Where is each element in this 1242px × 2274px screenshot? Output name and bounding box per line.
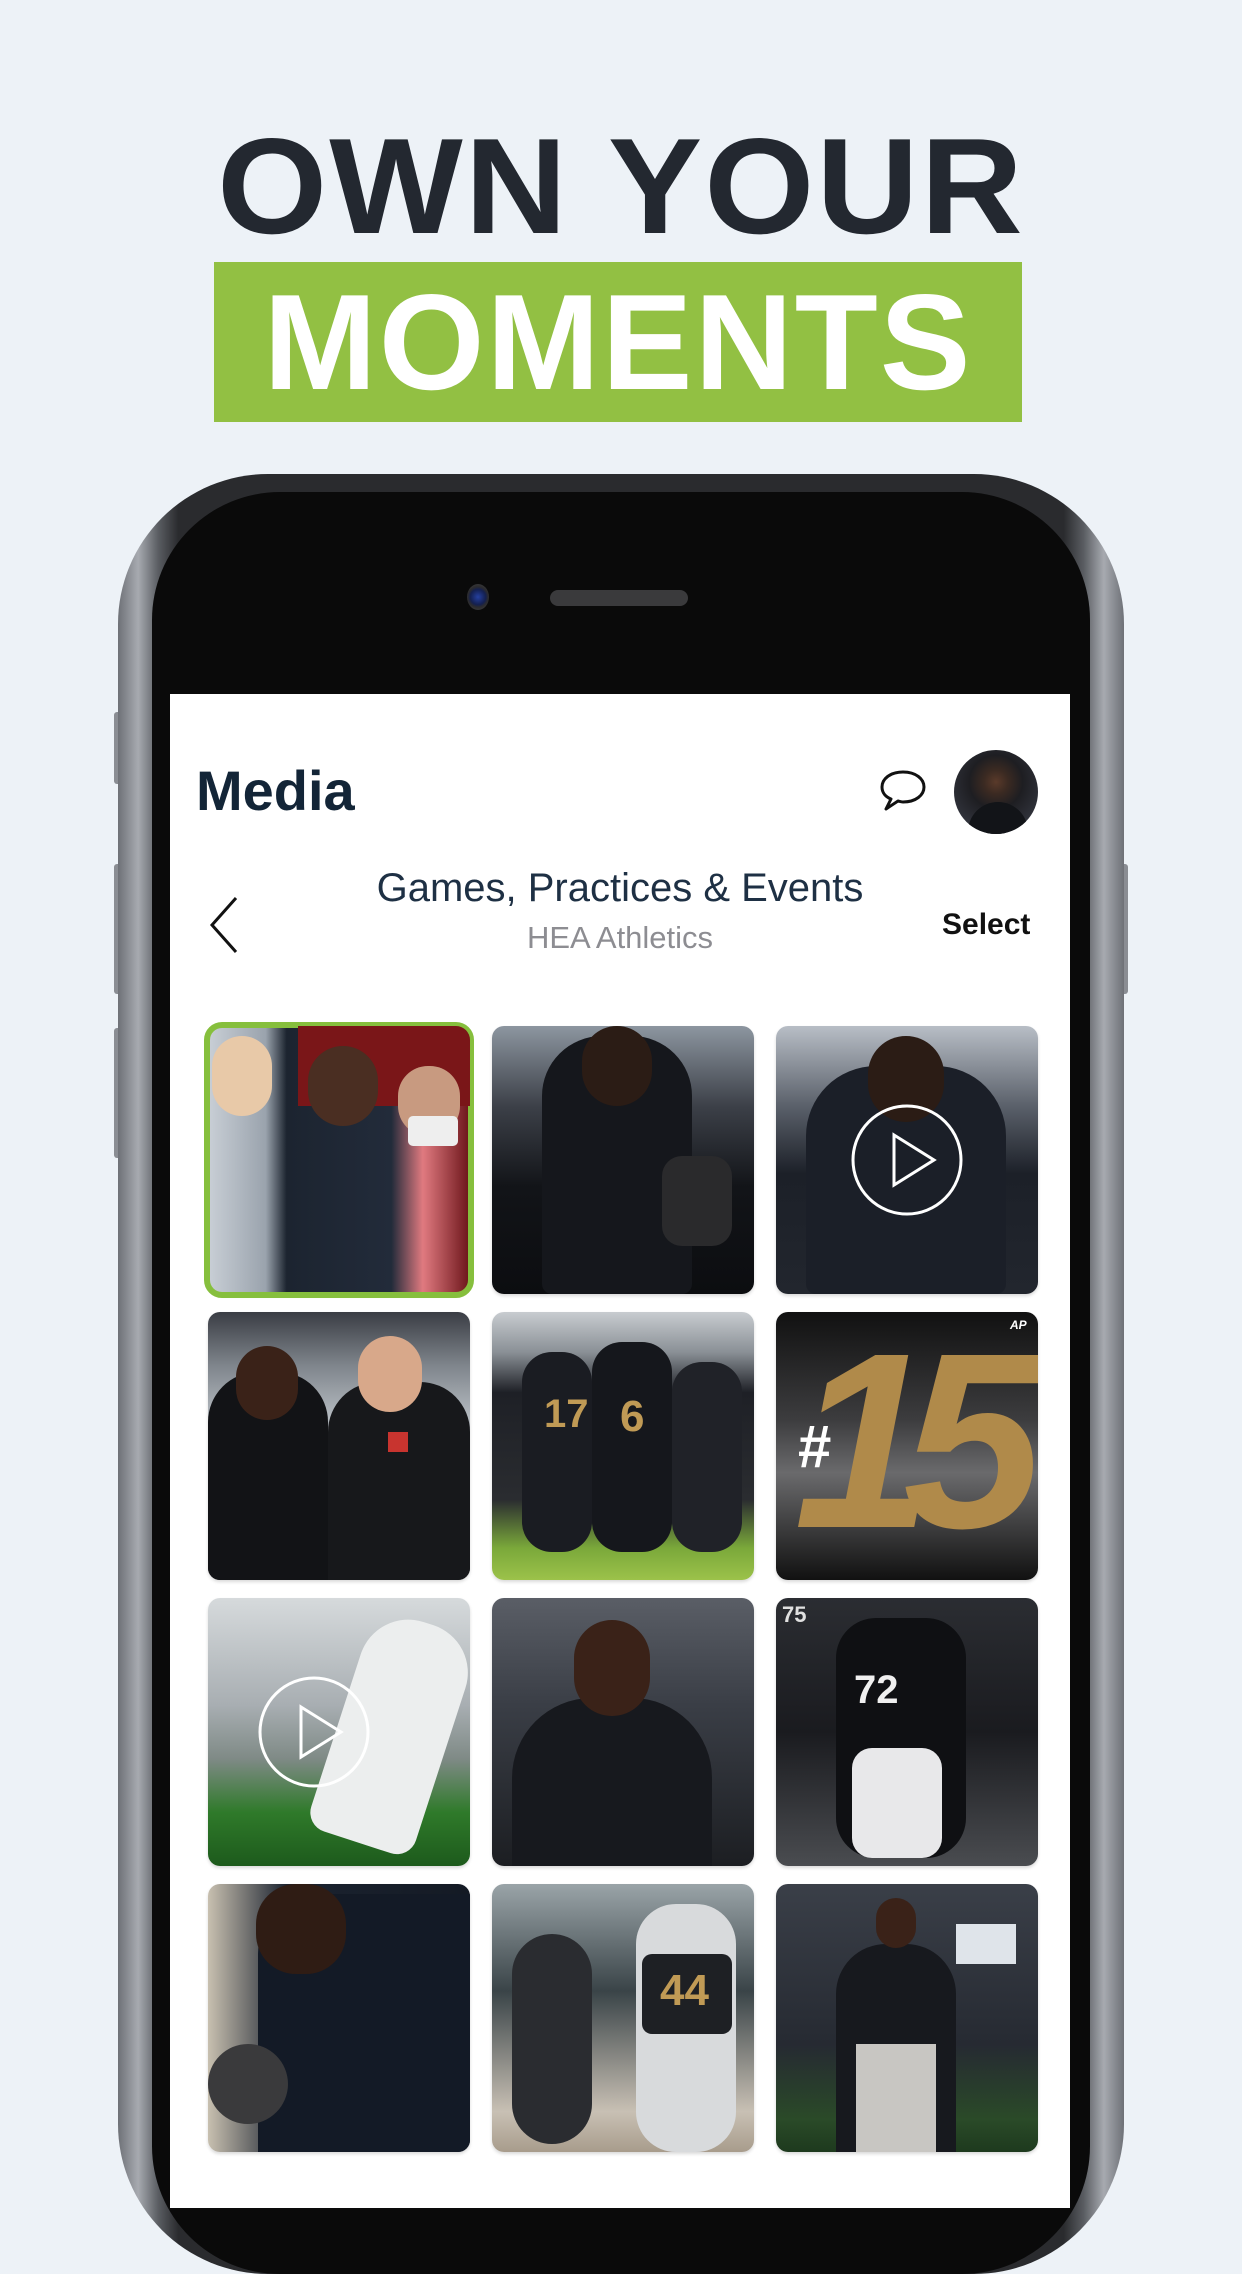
jersey-number: 17: [544, 1392, 589, 1436]
photo-head: [574, 1620, 650, 1716]
avatar-figure: [968, 802, 1028, 834]
avatar[interactable]: [954, 750, 1038, 834]
photo-shirt: [388, 1432, 408, 1452]
media-tile[interactable]: [776, 1884, 1038, 2152]
media-tile[interactable]: 15 # AP: [776, 1312, 1038, 1580]
jersey-number: 72: [854, 1668, 899, 1712]
photo-player: [512, 1934, 592, 2144]
album-subtitle: HEA Athletics: [526, 920, 714, 955]
album-title: Games, Practices & Events: [376, 866, 864, 910]
photo-person: [212, 1036, 272, 1116]
media-tile[interactable]: [208, 1884, 470, 2152]
select-button[interactable]: Select: [942, 908, 1030, 942]
ap-badge: AP: [1010, 1318, 1027, 1332]
media-tile[interactable]: [208, 1598, 470, 1866]
media-tile[interactable]: [204, 1022, 474, 1298]
photo-player: [592, 1342, 672, 1552]
photo-dumbbell: [208, 2044, 288, 2124]
media-grid: 17 6 15 # AP 72 75 44: [204, 1022, 1038, 2152]
photo-phone: [408, 1116, 458, 1146]
page-title: Media: [196, 759, 355, 822]
photo-head: [358, 1336, 422, 1412]
photo-person: [512, 1698, 712, 1866]
photo-person: [308, 1046, 378, 1126]
play-icon[interactable]: [257, 1675, 371, 1789]
app-screen: Media Games, Practices & Events HEA Athl…: [170, 694, 1070, 2208]
photo-person: [328, 1382, 470, 1580]
media-tile[interactable]: 17 6: [492, 1312, 754, 1580]
promo-headline-line2: MOMENTS: [263, 266, 973, 418]
ranking-hash: #: [798, 1413, 832, 1480]
promo-headline-line1: OWN YOUR: [217, 110, 1025, 262]
media-tile[interactable]: [492, 1026, 754, 1294]
media-tile[interactable]: [776, 1026, 1038, 1294]
jersey-number: 75: [782, 1602, 807, 1627]
media-tile[interactable]: 72 75: [776, 1598, 1038, 1866]
photo-head: [236, 1346, 298, 1420]
media-tile[interactable]: [492, 1598, 754, 1866]
photo-dumbbell: [662, 1156, 732, 1246]
jersey-number: 44: [660, 1966, 709, 2015]
front-camera: [467, 584, 489, 610]
photo-pants: [852, 1748, 942, 1858]
earpiece-speaker: [550, 590, 688, 606]
chat-bubble-icon[interactable]: [878, 768, 928, 814]
photo-pants: [856, 2044, 936, 2152]
photo-head: [582, 1026, 652, 1106]
photo-head: [876, 1898, 916, 1948]
photo-head: [256, 1884, 346, 1974]
play-icon[interactable]: [850, 1103, 964, 1217]
photo-player: [522, 1352, 592, 1552]
promo-headline-banner: MOMENTS: [214, 262, 1022, 422]
photo-window: [956, 1924, 1016, 1964]
media-tile[interactable]: [208, 1312, 470, 1580]
photo-player: [672, 1362, 742, 1552]
jersey-number: 6: [620, 1392, 645, 1441]
media-tile[interactable]: 44: [492, 1884, 754, 2152]
